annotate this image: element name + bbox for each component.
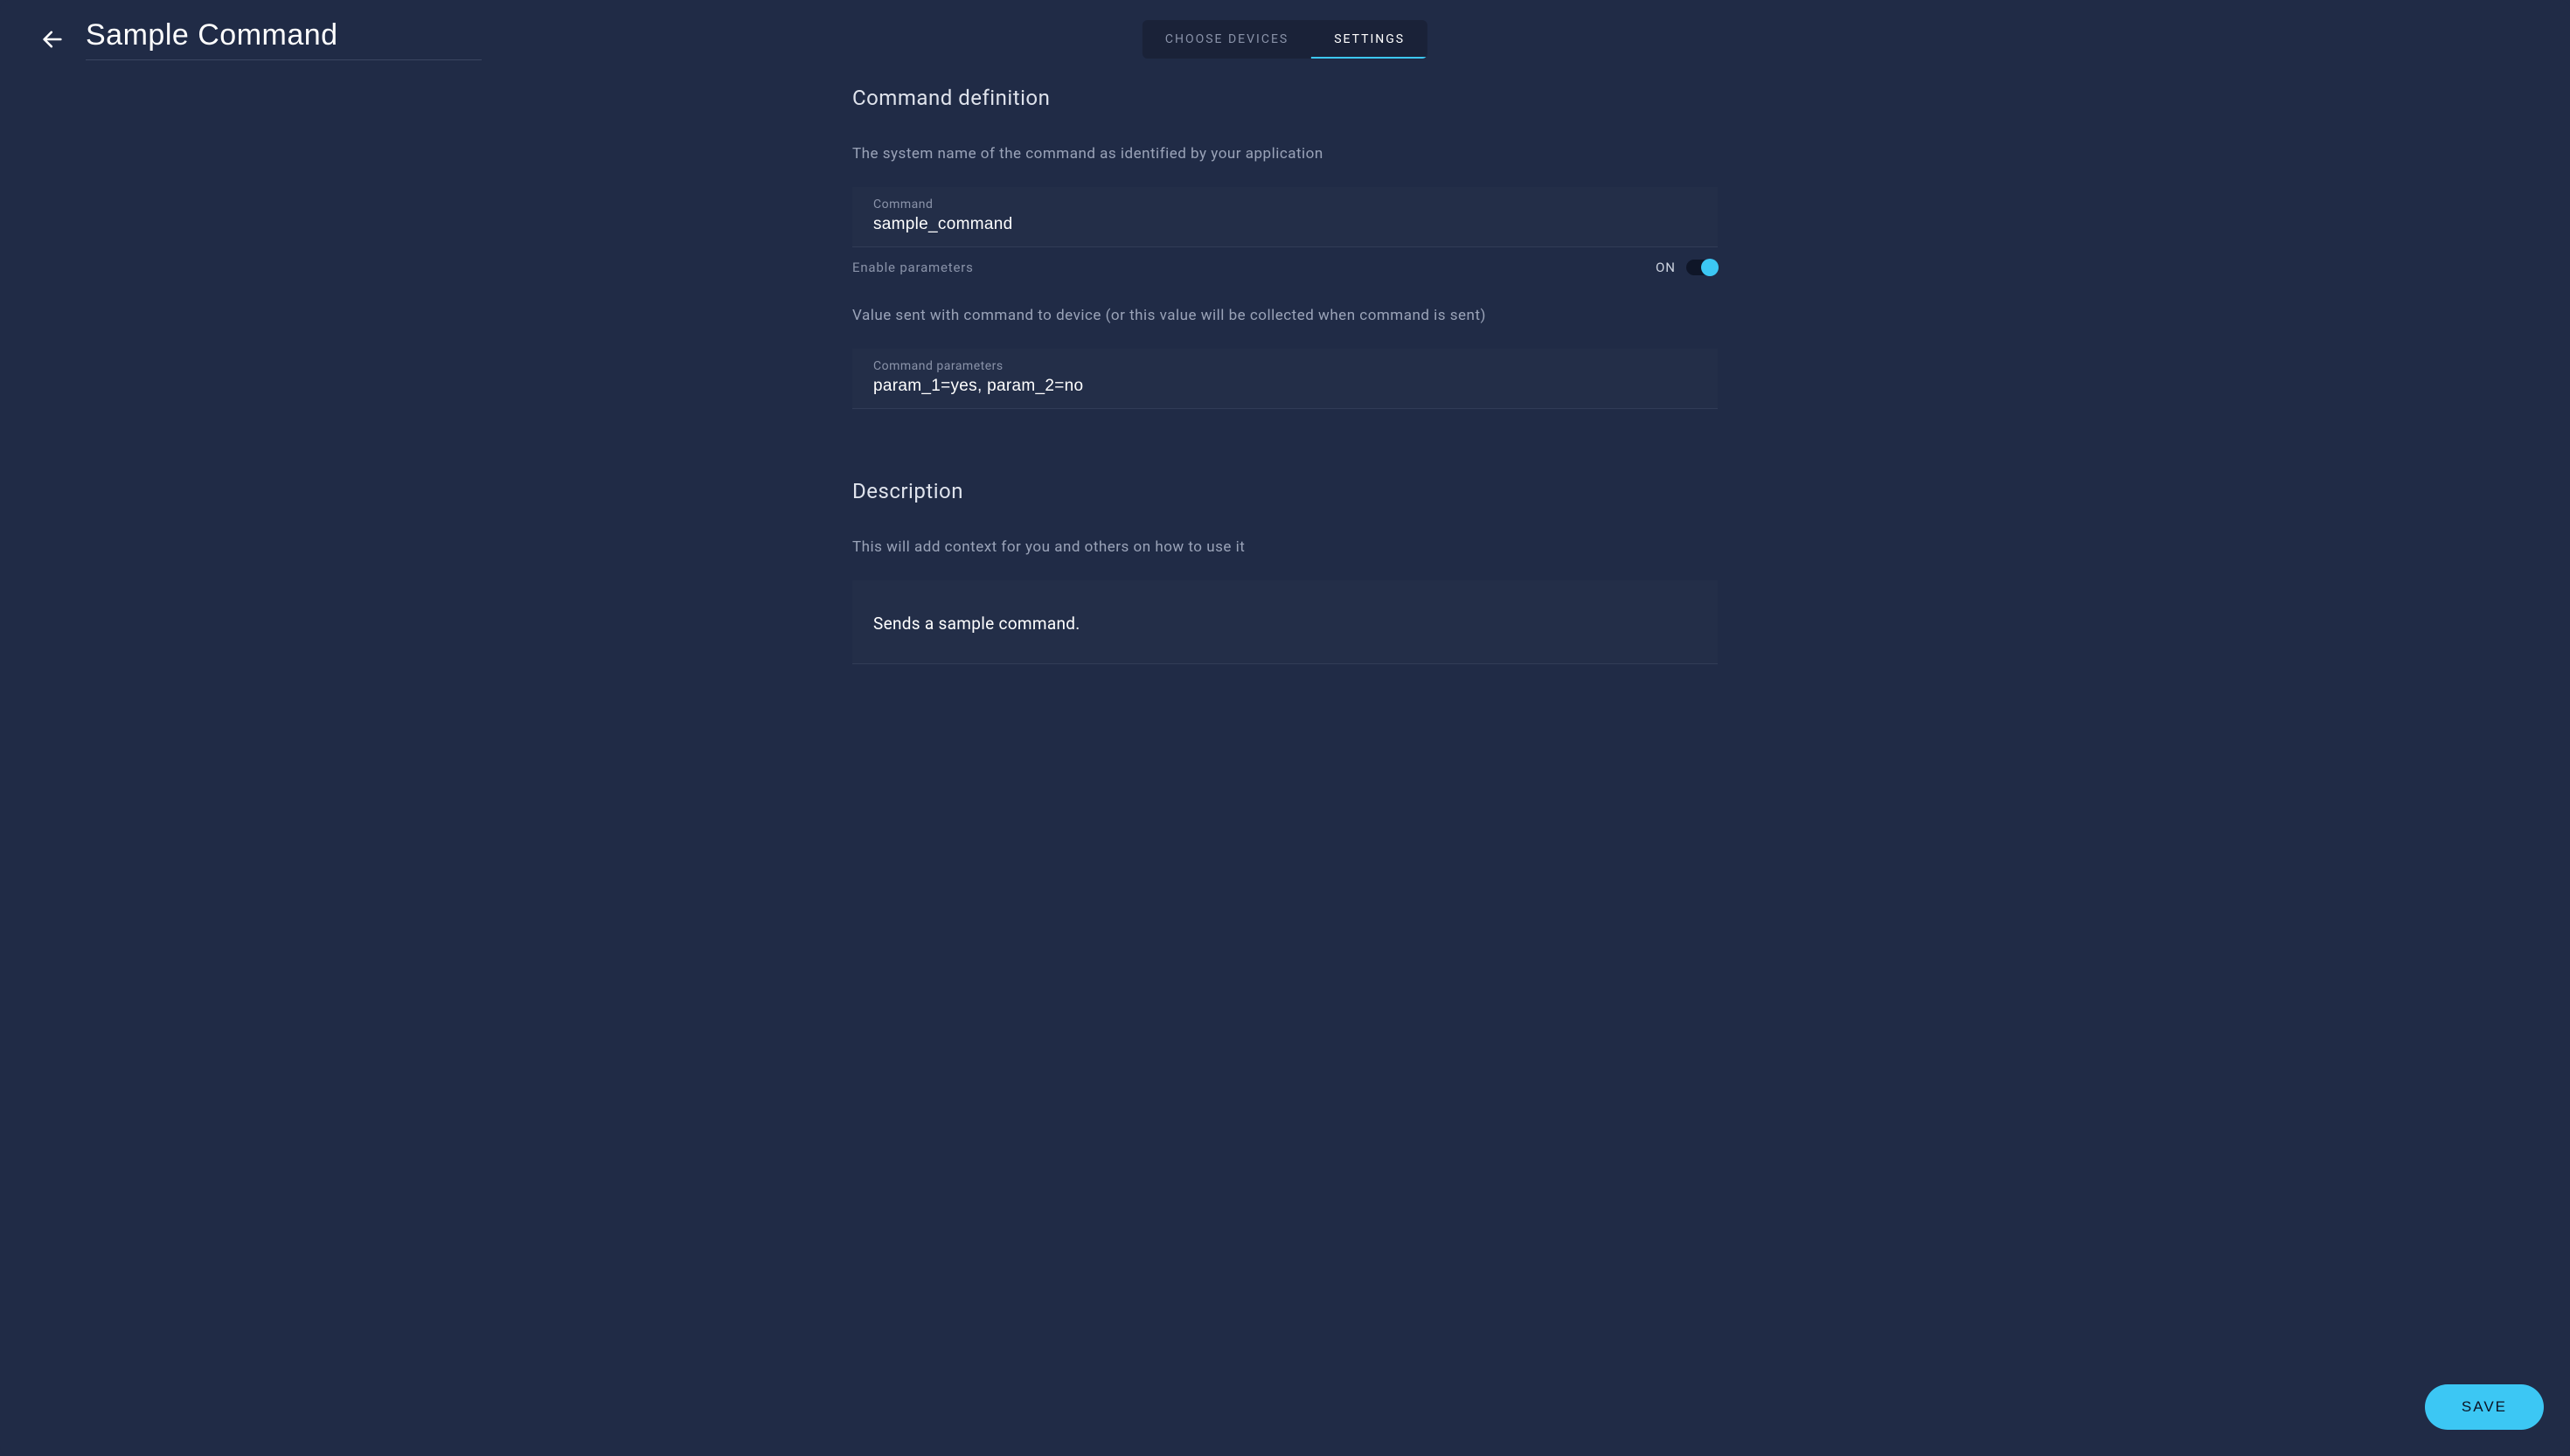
tab-group: CHOOSE DEVICES SETTINGS [1143, 20, 1427, 59]
enable-parameters-toggle[interactable] [1686, 260, 1718, 275]
toggle-right-group: ON [1656, 260, 1718, 275]
footer-bar: SAVE [0, 1365, 2570, 1456]
enable-parameters-row: Enable parameters ON [852, 260, 1718, 275]
help-text-command: The system name of the command as identi… [852, 145, 1718, 163]
command-field[interactable]: Command [852, 187, 1718, 247]
help-text-description: This will add context for you and others… [852, 538, 1718, 556]
command-parameters-input[interactable] [873, 377, 1697, 396]
toggle-knob [1701, 259, 1719, 276]
command-parameters-label: Command parameters [873, 359, 1697, 373]
content-scroll[interactable]: Command definition The system name of th… [0, 77, 2570, 1365]
save-button[interactable]: SAVE [2425, 1384, 2544, 1430]
header-bar: CHOOSE DEVICES SETTINGS [0, 0, 2570, 77]
section-heading-description: Description [852, 479, 1718, 503]
arrow-left-icon [40, 27, 65, 52]
help-text-parameters: Value sent with command to device (or th… [852, 307, 1718, 324]
description-field[interactable] [852, 580, 1718, 664]
tab-settings[interactable]: SETTINGS [1311, 20, 1427, 59]
toggle-state-text: ON [1656, 260, 1676, 275]
command-parameters-field[interactable]: Command parameters [852, 349, 1718, 409]
description-textarea[interactable] [873, 614, 1697, 634]
command-title-input[interactable] [86, 18, 482, 60]
command-input[interactable] [873, 215, 1697, 234]
enable-parameters-label: Enable parameters [852, 260, 974, 275]
command-field-label: Command [873, 198, 1697, 211]
app-window: CHOOSE DEVICES SETTINGS Command definiti… [0, 0, 2570, 1456]
section-heading-definition: Command definition [852, 86, 1718, 110]
back-button[interactable] [35, 22, 70, 57]
content-inner: Command definition The system name of th… [852, 77, 1718, 664]
tab-choose-devices[interactable]: CHOOSE DEVICES [1143, 20, 1311, 59]
